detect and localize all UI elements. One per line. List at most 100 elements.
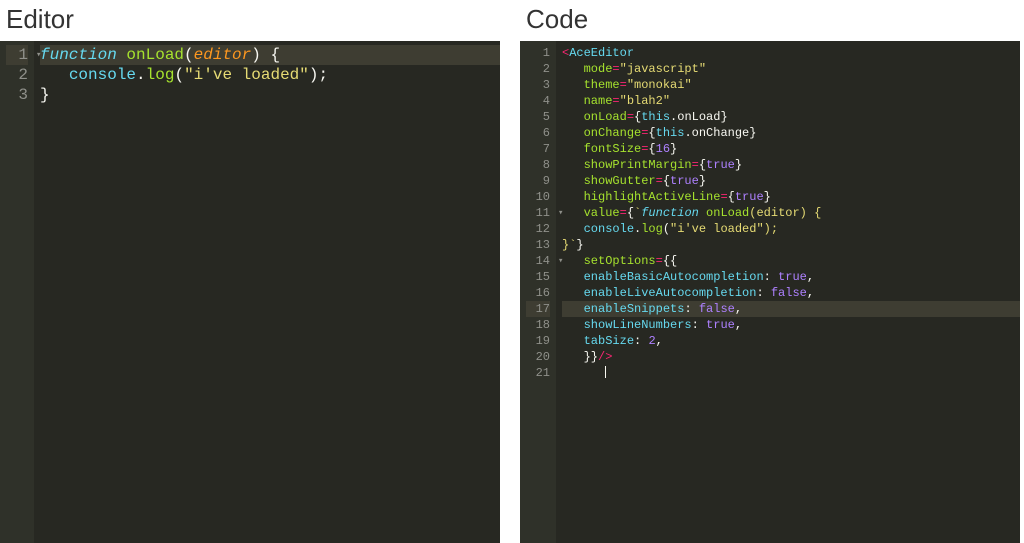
editor-right[interactable]: 123456789101112131415161718192021 <AceEd… [520,41,1020,543]
line-number[interactable]: 7 [526,141,550,157]
token: onLoad [584,110,627,124]
token [562,94,584,108]
line-number[interactable]: 8 [526,157,550,173]
line-number[interactable]: 3 [526,77,550,93]
token: . [136,66,146,84]
code-line[interactable]: console.log("i've loaded"); [40,65,500,85]
token: "javascript" [620,62,706,76]
token [117,46,127,64]
token [562,174,584,188]
token: : [684,302,698,316]
token: = [627,110,634,124]
code-line[interactable]: function onLoad(editor) { [40,45,500,65]
code-line[interactable]: enableLiveAutocompletion: false, [562,285,1020,301]
code-pane: Code 123456789101112131415161718192021 <… [520,0,1020,543]
code-line[interactable]: } [40,85,500,105]
code-line[interactable]: showPrintMargin={true} [562,157,1020,173]
line-number[interactable]: 14 [526,253,550,269]
token: { [648,142,655,156]
line-number[interactable]: 20 [526,349,550,365]
token [699,206,706,220]
token: = [720,190,727,204]
line-number[interactable]: 18 [526,317,550,333]
line-number[interactable]: 21 [526,365,550,381]
gutter-right[interactable]: 123456789101112131415161718192021 [520,41,556,543]
gutter-left[interactable]: 123 [0,41,34,543]
token [562,158,584,172]
code-line[interactable]: tabSize: 2, [562,333,1020,349]
token [562,318,584,332]
code-left[interactable]: ▾function onLoad(editor) { console.log("… [34,41,500,543]
line-number[interactable]: 16 [526,285,550,301]
token: onLoad [706,206,749,220]
token: console [69,66,136,84]
token [562,334,584,348]
text-cursor [605,366,606,378]
token: showGutter [584,174,656,188]
token: : [756,286,770,300]
token: = [692,158,699,172]
code-line[interactable]: enableBasicAutocompletion: true, [562,269,1020,285]
code-line[interactable]: showGutter={true} [562,173,1020,189]
code-line[interactable]: console.log("i've loaded"); [562,221,1020,237]
token: } [40,86,50,104]
code-line[interactable]: theme="monokai" [562,77,1020,93]
line-number[interactable]: 12 [526,221,550,237]
line-number[interactable]: 9 [526,173,550,189]
token: "monokai" [627,78,692,92]
token: } [670,142,677,156]
code-line[interactable]: setOptions={{ [562,253,1020,269]
token: theme [584,78,620,92]
line-number[interactable]: 17 [526,301,550,317]
token: ); [764,222,778,236]
code-line[interactable]: }`} [562,237,1020,253]
token: true [735,190,764,204]
editor-left[interactable]: 123 ▾function onLoad(editor) { console.l… [0,41,500,543]
token: { [627,206,634,220]
line-number[interactable]: 3 [6,85,28,105]
line-number[interactable]: 10 [526,189,550,205]
code-line[interactable]: onChange={this.onChange} [562,125,1020,141]
line-number[interactable]: 1 [526,45,550,61]
code-line[interactable]: mode="javascript" [562,61,1020,77]
token: ) { [251,46,280,64]
code-line[interactable]: onLoad={this.onLoad} [562,109,1020,125]
code-line[interactable]: highlightActiveLine={true} [562,189,1020,205]
token: enableSnippets [584,302,685,316]
code-line[interactable]: value={`function onLoad(editor) { [562,205,1020,221]
token: 2 [648,334,655,348]
line-number[interactable]: 13 [526,237,550,253]
line-number[interactable]: 19 [526,333,550,349]
token: } [735,158,742,172]
token: ( [663,222,670,236]
code-line[interactable]: showLineNumbers: true, [562,317,1020,333]
line-number[interactable]: 2 [6,65,28,85]
fold-toggle-icon[interactable]: ▾ [558,205,563,221]
token: fontSize [584,142,642,156]
token: onChange [692,126,750,140]
code-line[interactable]: name="blah2" [562,93,1020,109]
code-line[interactable]: }}/> [562,349,1020,365]
token: log [146,66,175,84]
code-line[interactable]: enableSnippets: false, [562,301,1020,317]
token: : [764,270,778,284]
line-number[interactable]: 6 [526,125,550,141]
code-line[interactable]: fontSize={16} [562,141,1020,157]
code-line[interactable] [562,365,1020,381]
line-number[interactable]: 2 [526,61,550,77]
token: = [620,78,627,92]
line-number[interactable]: 4 [526,93,550,109]
code-right[interactable]: <AceEditor mode="javascript" theme="mono… [556,41,1020,543]
fold-toggle-icon[interactable]: ▾ [558,253,563,269]
token: , [656,334,663,348]
token: 16 [656,142,670,156]
token: mode [584,62,613,76]
line-number[interactable]: 15 [526,269,550,285]
line-number[interactable]: 5 [526,109,550,125]
token [562,254,584,268]
line-number[interactable]: 11 [526,205,550,221]
code-line[interactable]: <AceEditor [562,45,1020,61]
line-number[interactable]: 1 [6,45,28,65]
fold-toggle-icon[interactable]: ▾ [36,45,41,65]
token: enableLiveAutocompletion [584,286,757,300]
